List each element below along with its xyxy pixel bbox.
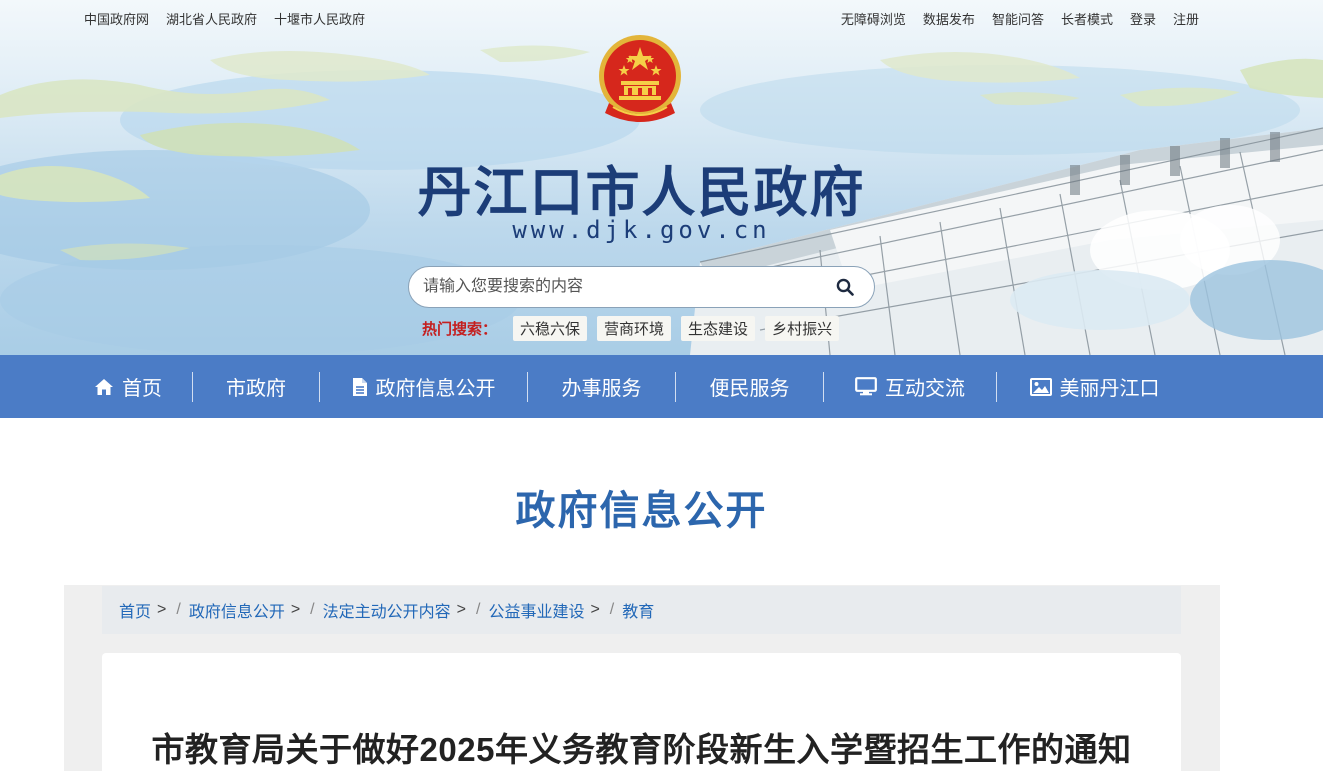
hot-search-tag[interactable]: 六稳六保 [513,316,588,341]
search-button[interactable] [816,267,874,307]
breadcrumb-statutory-content[interactable]: 法定主动公开内容 [323,598,451,622]
nav-label: 市政府 [226,378,286,400]
breadcrumb-slash: / [609,601,615,618]
nav-item-home[interactable]: 首页 [64,372,192,402]
breadcrumb-slash: / [176,601,181,618]
monitor-icon [855,377,877,396]
section-title: 政府信息公开 [515,489,768,533]
breadcrumb-slash: / [310,601,315,618]
article-title: 市教育局关于做好2025年义务教育阶段新生入学暨招生工作的通知 [151,731,1132,768]
breadcrumb-info-disclosure[interactable]: 政府信息公开 [189,598,285,622]
document-icon [352,377,367,396]
top-links-left: 中国政府网 湖北省人民政府 十堰市人民政府 [84,9,365,28]
header-banner: 中国政府网 湖北省人民政府 十堰市人民政府 无障碍浏览 数据发布 智能问答 长者… [0,0,1323,355]
search-bar [408,266,875,308]
top-link-hubei-gov[interactable]: 湖北省人民政府 [166,9,257,28]
search-input[interactable] [409,267,816,307]
top-link-smart-qa[interactable]: 智能问答 [992,9,1044,28]
nav-item-city-gov[interactable]: 市政府 [193,372,319,402]
breadcrumb-separator: > [590,601,600,618]
top-link-accessibility[interactable]: 无障碍浏览 [841,9,906,28]
nav-item-services[interactable]: 办事服务 [528,372,675,402]
nav-item-interaction[interactable]: 互动交流 [824,372,996,402]
breadcrumb-separator: > [290,601,301,618]
top-link-register[interactable]: 注册 [1173,9,1199,28]
hot-search-tag[interactable]: 生态建设 [681,316,756,341]
top-link-gov-cn[interactable]: 中国政府网 [84,9,149,28]
nav-label: 办事服务 [561,378,642,400]
top-link-login[interactable]: 登录 [1130,9,1156,28]
nav-label: 政府信息公开 [375,378,496,400]
top-link-shiyan-gov[interactable]: 十堰市人民政府 [274,9,365,28]
nav-item-convenience[interactable]: 便民服务 [676,372,823,402]
national-emblem-icon [599,35,681,122]
breadcrumb-public-welfare[interactable]: 公益事业建设 [488,598,584,622]
search-icon [836,278,854,296]
breadcrumb-separator: > [456,601,466,618]
site-url[interactable]: www.djk.gov.cn [0,216,1283,244]
breadcrumb: 首页 > / 政府信息公开 > / 法定主动公开内容 > / 公益事业建设 > … [102,586,1181,634]
nav-item-info-disclosure[interactable]: 政府信息公开 [320,372,527,402]
breadcrumb-separator: > [157,601,167,618]
nav-label: 便民服务 [709,378,790,400]
home-icon [95,378,113,395]
hot-search-tag[interactable]: 乡村振兴 [765,316,840,341]
hot-search-tag[interactable]: 营商环境 [597,316,672,341]
main-nav: 首页 市政府 政府信息公开 办事服务 便民服务 互动交流 美丽丹江口 [0,355,1323,418]
breadcrumb-slash: / [475,601,481,618]
nav-label: 互动交流 [885,378,965,400]
nav-label: 美丽丹江口 [1059,378,1160,400]
hot-search: 热门搜索： 六稳六保 营商环境 生态建设 乡村振兴 [422,316,840,341]
top-links-right: 无障碍浏览 数据发布 智能问答 长者模式 登录 注册 [841,9,1199,28]
breadcrumb-education[interactable]: 教育 [622,598,654,622]
breadcrumb-home[interactable]: 首页 [119,598,151,622]
image-icon [1029,377,1052,396]
article-card: 市教育局关于做好2025年义务教育阶段新生入学暨招生工作的通知 [102,653,1181,771]
nav-label: 首页 [122,378,162,400]
nav-item-beautiful-djk[interactable]: 美丽丹江口 [997,372,1192,402]
top-link-data-release[interactable]: 数据发布 [923,9,975,28]
top-link-elderly-mode[interactable]: 长者模式 [1061,9,1113,28]
hot-search-label: 热门搜索： [422,321,498,338]
